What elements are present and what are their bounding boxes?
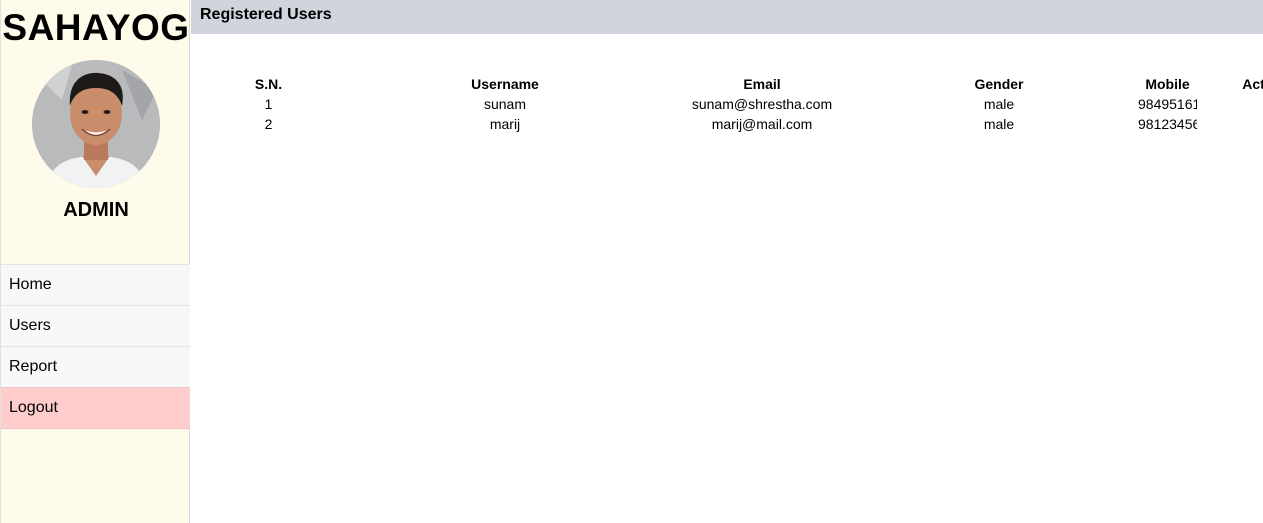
sidebar-item-logout[interactable]: Logout [1, 387, 190, 429]
sidebar: SAHAYOG ADMIN Home Users Report Logout [0, 0, 190, 523]
table-row: 1 sunam sunam@shrestha.com male 98495161… [191, 94, 1263, 114]
sidebar-item-home[interactable]: Home [1, 264, 190, 305]
column-header-mobile: Mobile [1145, 76, 1190, 92]
user-role-label: ADMIN [63, 199, 129, 221]
cell-mobile: 9812345678 [1138, 116, 1197, 132]
cell-email: marij@mail.com [711, 116, 813, 132]
column-header-username: Username [471, 76, 539, 92]
cell-username: marij [489, 116, 521, 132]
cell-action[interactable] [1197, 114, 1263, 134]
cell-gender: male [983, 116, 1015, 132]
column-header-sn: S.N. [254, 76, 283, 92]
cell-action[interactable] [1197, 94, 1263, 114]
cell-username: sunam [483, 96, 527, 112]
cell-email: sunam@shrestha.com [691, 96, 833, 112]
cell-gender: male [983, 96, 1015, 112]
column-header-email: Email [743, 76, 781, 92]
sidebar-nav: Home Users Report Logout [1, 264, 190, 429]
table-header-row: S.N. Username Email Gender Mobile Action [191, 74, 1263, 94]
page-header: Registered Users [191, 0, 1263, 34]
app: SAHAYOG ADMIN Home Users Report Logout R… [0, 0, 1263, 523]
brand-title: SAHAYOG [2, 7, 190, 48]
avatar-image [32, 60, 160, 188]
cell-mobile: 9849516171 [1138, 96, 1197, 112]
avatar [32, 60, 160, 188]
column-header-gender: Gender [974, 76, 1024, 92]
column-header-action: Action [1242, 76, 1263, 92]
users-table: S.N. Username Email Gender Mobile Action… [191, 74, 1263, 134]
cell-sn: 2 [264, 116, 273, 132]
table-row: 2 marij marij@mail.com male 9812345678 [191, 114, 1263, 134]
sidebar-item-users[interactable]: Users [1, 305, 190, 346]
page-title: Registered Users [200, 6, 332, 23]
users-table-container: S.N. Username Email Gender Mobile Action… [191, 74, 1263, 154]
cell-sn: 1 [264, 96, 273, 112]
sidebar-item-report[interactable]: Report [1, 346, 190, 387]
